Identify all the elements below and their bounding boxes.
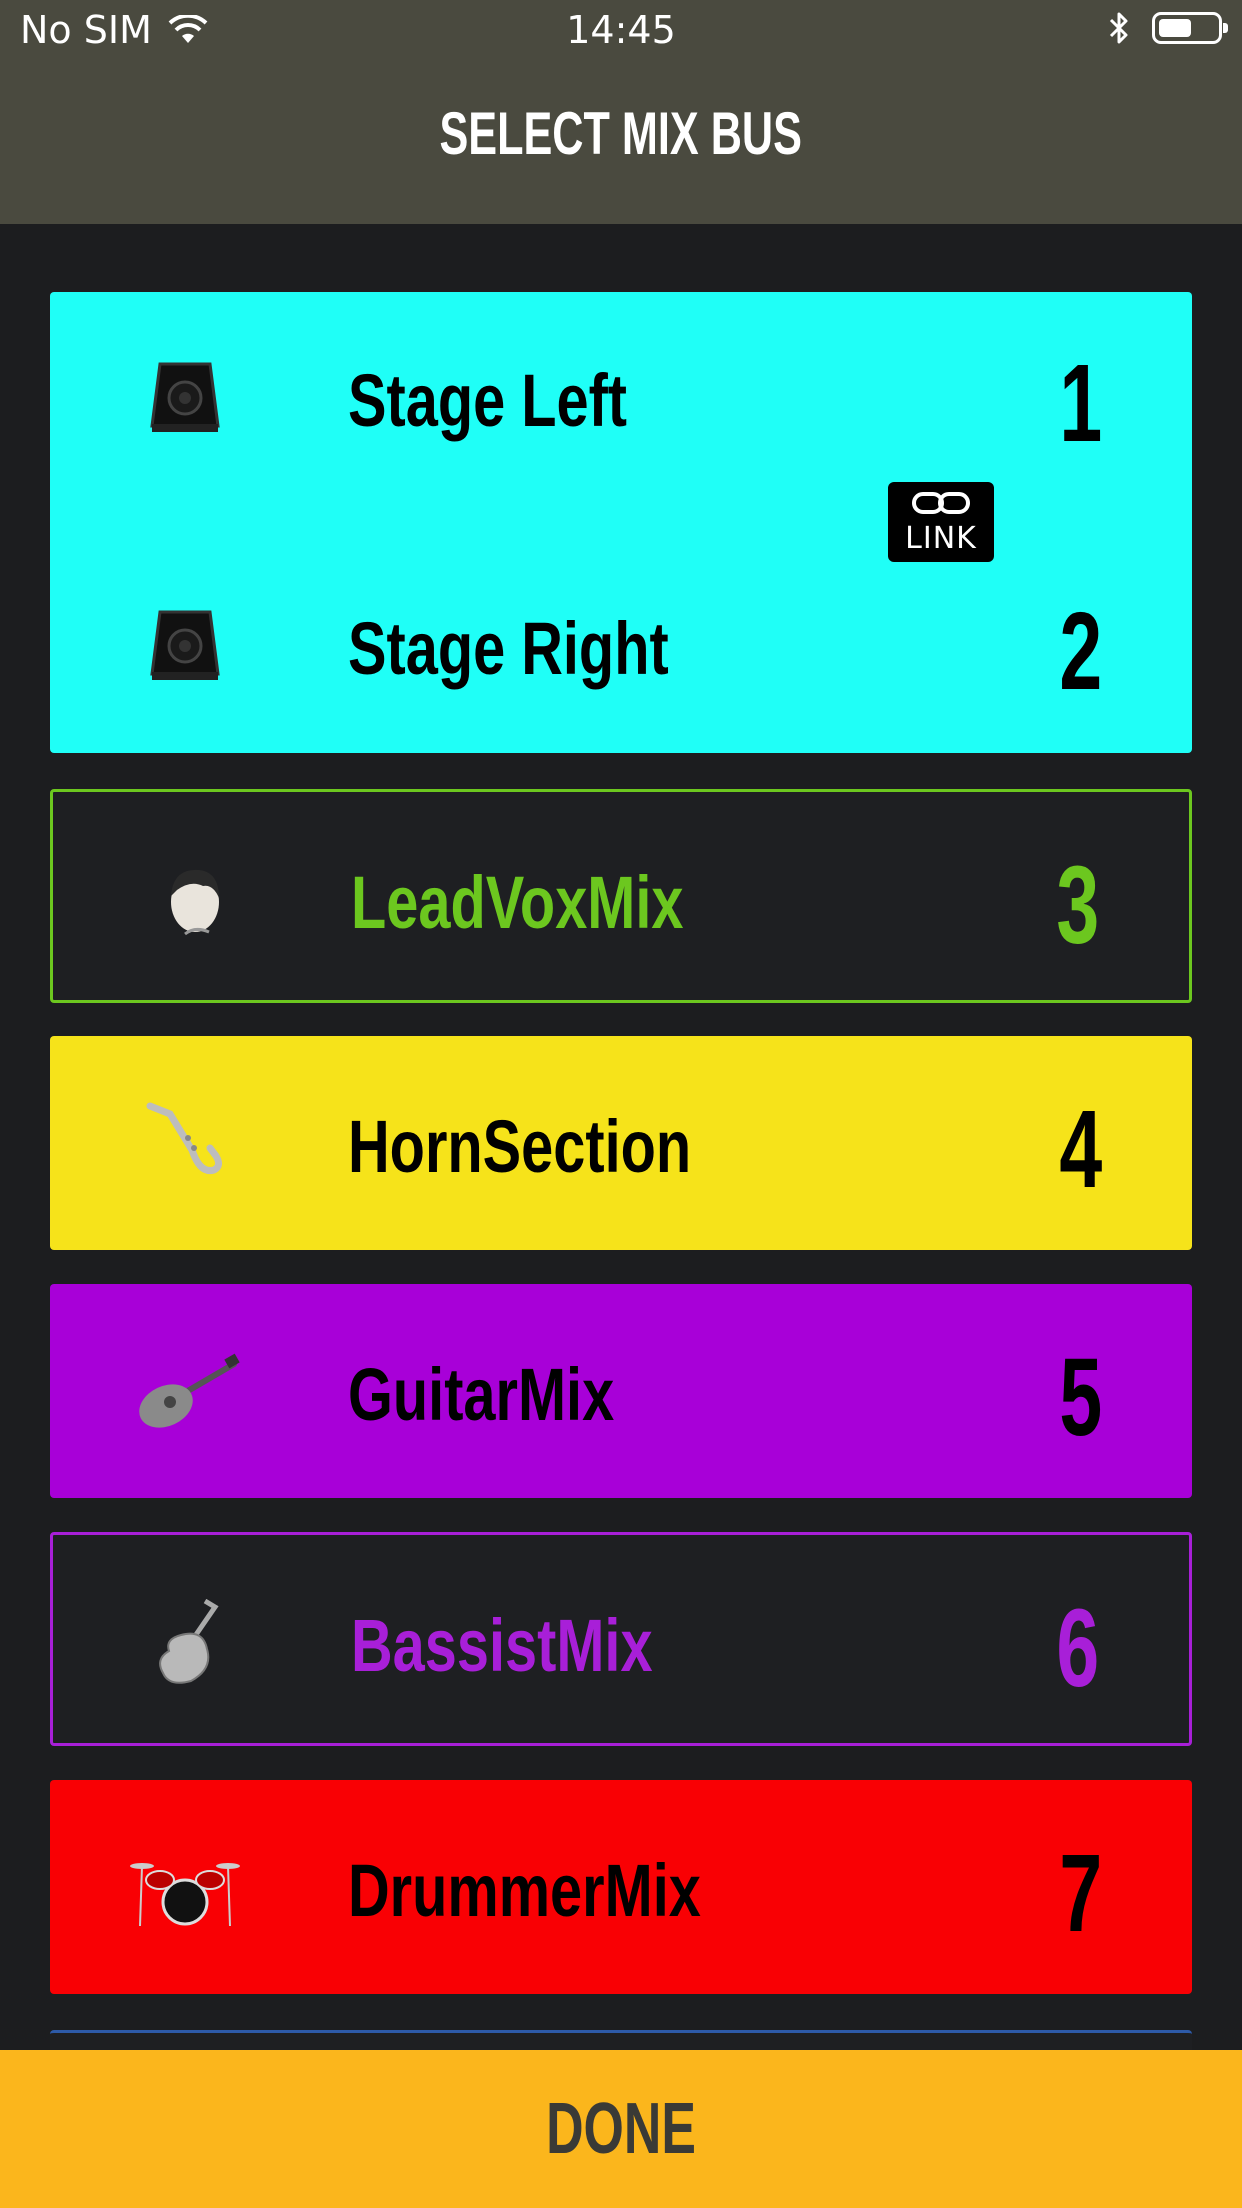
done-label: DONE <box>546 2089 696 2169</box>
page-title: SELECT MIX BUS <box>439 99 803 167</box>
nav-bar: SELECT MIX BUS <box>0 62 1242 224</box>
chain-link-icon <box>912 492 970 514</box>
status-right <box>1108 10 1228 46</box>
linked-bus-card[interactable]: Stage Left 1 LINK Stage Right 2 <box>50 292 1192 753</box>
bus-row-5[interactable]: GuitarMix 5 <box>50 1316 1192 1466</box>
bus-row-4[interactable]: HornSection 4 <box>50 1068 1192 1218</box>
mix-bus-list[interactable]: Stage Left 1 LINK Stage Right 2 LeadVoxM… <box>0 224 1242 2050</box>
bluetooth-icon <box>1109 12 1128 44</box>
link-label: LINK <box>905 521 977 556</box>
bus-card-3[interactable]: LeadVoxMix 3 <box>50 789 1192 1003</box>
battery-icon <box>1152 12 1228 44</box>
bus-number: 5 <box>1059 1336 1102 1459</box>
status-time: 14:45 <box>566 8 676 52</box>
singer-face-icon <box>133 856 243 942</box>
stage-monitor-icon <box>130 602 240 688</box>
bus-card-next-partial[interactable] <box>50 2030 1192 2050</box>
bus-row-3[interactable]: LeadVoxMix 3 <box>53 824 1189 974</box>
bus-row-7[interactable]: DrummerMix 7 <box>50 1812 1192 1962</box>
stage-monitor-icon <box>130 354 240 440</box>
upright-bass-icon <box>133 1598 243 1685</box>
bus-card-6[interactable]: BassistMix 6 <box>50 1532 1192 1746</box>
bus-name: LeadVoxMix <box>351 861 684 944</box>
bus-number: 2 <box>1059 590 1102 713</box>
electric-guitar-icon <box>130 1348 240 1434</box>
bus-number: 3 <box>1056 844 1099 967</box>
bus-number: 6 <box>1056 1587 1099 1710</box>
bus-name: DrummerMix <box>348 1849 701 1932</box>
saxophone-icon <box>130 1100 240 1186</box>
bus-card-7[interactable]: DrummerMix 7 <box>50 1780 1192 1994</box>
done-button[interactable]: DONE <box>0 2050 1242 2208</box>
bus-card-5[interactable]: GuitarMix 5 <box>50 1284 1192 1498</box>
bus-name: BassistMix <box>351 1604 653 1687</box>
bus-number: 7 <box>1059 1832 1102 1955</box>
drum-kit-icon <box>130 1844 240 1930</box>
bus-row-6[interactable]: BassistMix 6 <box>53 1567 1189 1717</box>
bus-number: 4 <box>1059 1088 1102 1211</box>
bus-name: Stage Right <box>348 607 669 690</box>
bus-row-1[interactable]: Stage Left 1 <box>50 322 1192 472</box>
bus-name: Stage Left <box>348 359 628 442</box>
bus-row-2[interactable]: Stage Right 2 <box>50 570 1192 720</box>
status-bar: No SIM 14:45 <box>0 0 1242 62</box>
bus-number: 1 <box>1059 342 1102 465</box>
bus-card-4[interactable]: HornSection 4 <box>50 1036 1192 1250</box>
bus-name: GuitarMix <box>348 1353 615 1436</box>
link-badge: LINK <box>888 482 994 562</box>
bus-name: HornSection <box>348 1105 692 1188</box>
